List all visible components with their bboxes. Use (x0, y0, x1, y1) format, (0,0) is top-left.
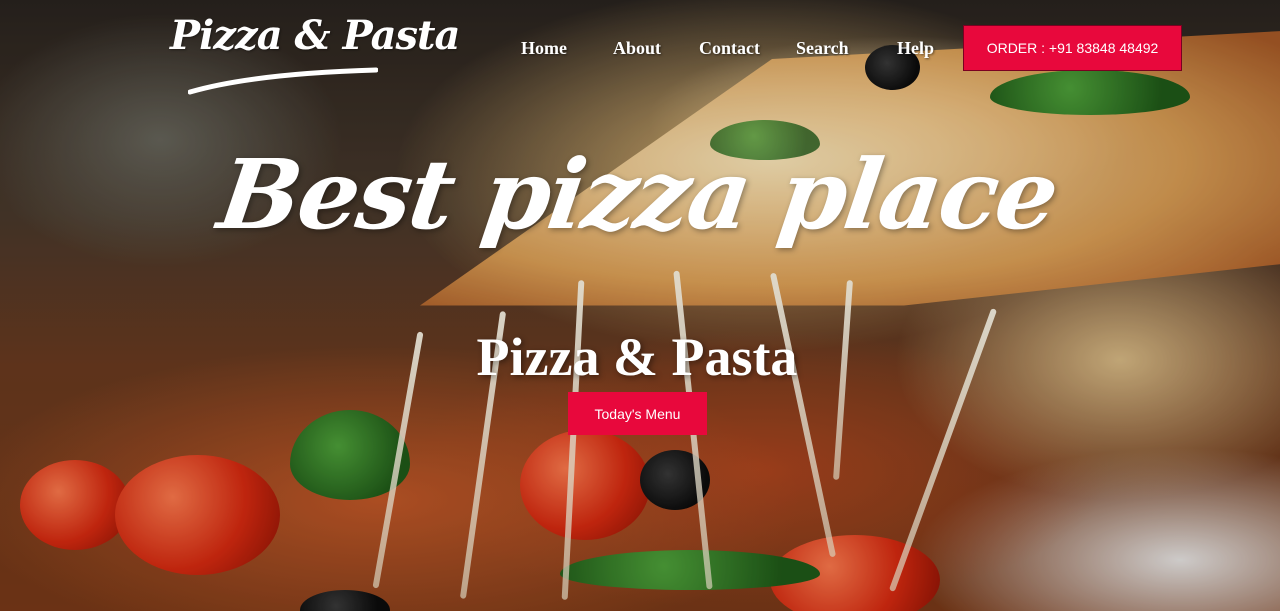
order-phone-button[interactable]: ORDER : +91 83848 48492 (963, 25, 1182, 71)
site-logo[interactable]: Pizza & Pasta (170, 12, 460, 102)
todays-menu-button[interactable]: Today's Menu (568, 392, 707, 435)
nav-contact-link[interactable]: Contact (699, 38, 760, 59)
logo-text: Pizza & Pasta (170, 12, 460, 59)
nav-about-link[interactable]: About (613, 38, 661, 59)
hero-headline: Best pizza place (0, 138, 1280, 251)
nav-search-link[interactable]: Search (796, 38, 849, 59)
hero-headline-text: Best pizza place (212, 138, 1064, 251)
nav-help-link[interactable]: Help (897, 38, 934, 59)
hero-subheadline: Pizza & Pasta (476, 327, 798, 387)
nav-home-link[interactable]: Home (521, 38, 567, 59)
logo-swoosh-icon (188, 67, 378, 95)
